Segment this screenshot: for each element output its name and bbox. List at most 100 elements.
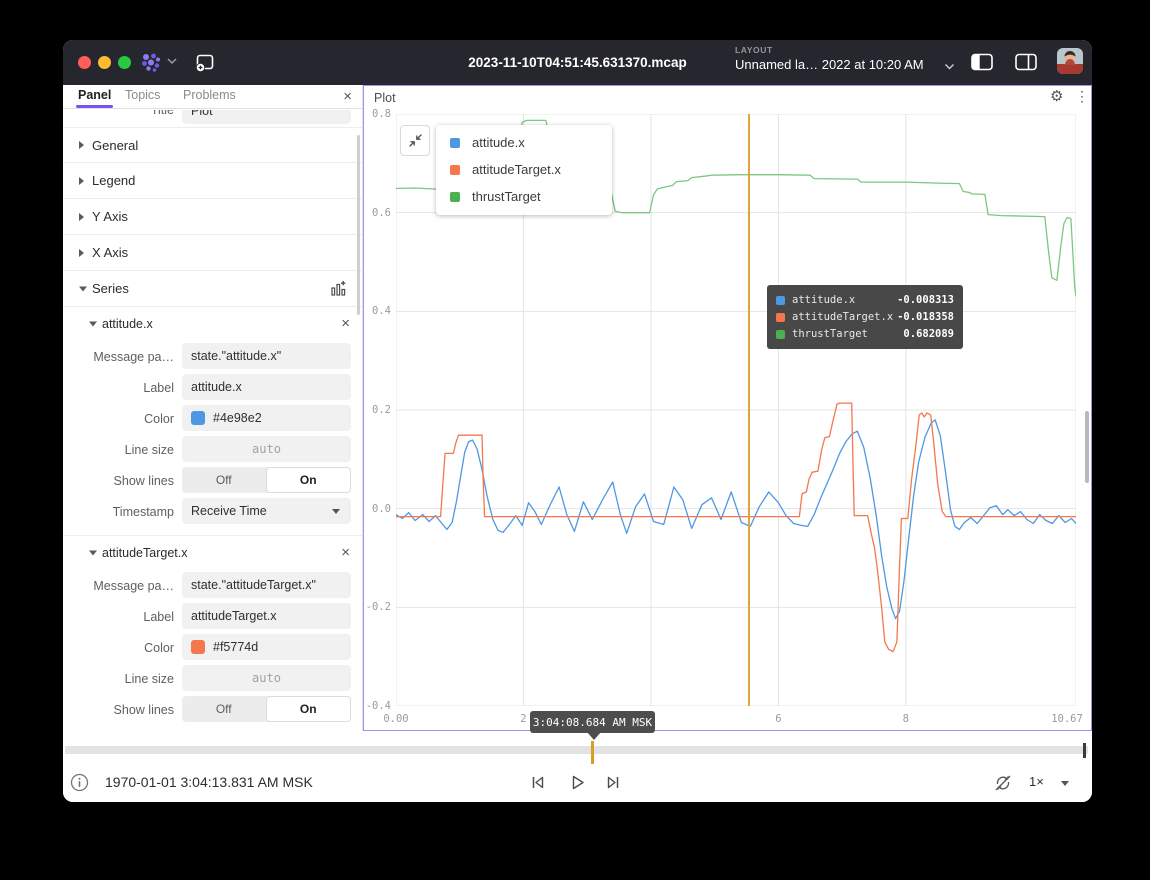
tooltip-swatch xyxy=(776,330,785,339)
plot-panel-scrollbar[interactable] xyxy=(1085,411,1089,483)
seek-forward-button[interactable] xyxy=(604,773,623,792)
add-panel-icon[interactable] xyxy=(193,51,217,75)
caret-down-icon xyxy=(89,322,97,327)
data-source-info-icon[interactable] xyxy=(70,773,89,792)
tooltip-swatch xyxy=(776,296,785,305)
y-tick-label: 0.0 xyxy=(364,503,391,515)
playback-speed[interactable]: 1× xyxy=(1029,774,1044,789)
series-line-attitude.x xyxy=(396,420,1076,619)
tab-topics[interactable]: Topics xyxy=(125,85,160,109)
line-size-input[interactable]: auto xyxy=(182,665,351,691)
sidebar-scrollbar[interactable] xyxy=(357,135,360,315)
legend-swatch xyxy=(450,138,460,148)
foxglove-logo-icon[interactable] xyxy=(139,51,163,75)
tooltip-swatch xyxy=(776,313,785,322)
tooltip-row: thrustTarget0.682089 xyxy=(776,326,954,342)
series-header-attitude-x[interactable]: attitude.x × xyxy=(63,307,362,341)
tooltip-series-name: thrustTarget xyxy=(792,328,903,340)
remove-series-icon[interactable]: × xyxy=(341,544,350,562)
legend-label: attitudeTarget.x xyxy=(472,162,561,177)
title-row-label: Title xyxy=(151,110,174,124)
section-x-axis[interactable]: X Axis xyxy=(63,235,362,271)
show-lines-on-button[interactable]: On xyxy=(267,468,351,492)
panel-menu-kebab-icon[interactable]: ⋮ xyxy=(1075,88,1089,105)
caret-down-icon xyxy=(79,286,87,291)
label-input[interactable]: attitude.x xyxy=(182,374,351,400)
series-block-attitude-x: attitude.x × Message pa… state."attitude… xyxy=(63,307,362,527)
series-header-attitude-target-x[interactable]: attitudeTarget.x × xyxy=(63,536,362,570)
y-tick-label: 0.6 xyxy=(364,207,391,219)
add-series-icon[interactable] xyxy=(330,280,348,298)
timestamp-select[interactable]: Receive Time xyxy=(182,498,351,524)
window-close-button[interactable] xyxy=(78,56,91,69)
legend-item-attitude.x[interactable]: attitude.x xyxy=(436,129,612,156)
current-timestamp: 1970-01-01 3:04:13.831 AM MSK xyxy=(105,774,313,790)
x-tick-label: 6 xyxy=(758,713,798,725)
seek-backward-button[interactable] xyxy=(528,773,547,792)
speed-caret-icon[interactable] xyxy=(1061,781,1069,786)
play-button[interactable] xyxy=(568,773,587,792)
legend-swatch xyxy=(450,192,460,202)
loop-off-icon[interactable] xyxy=(993,773,1013,793)
tab-problems[interactable]: Problems xyxy=(183,85,236,109)
y-tick-label: 0.4 xyxy=(364,305,391,317)
clipped-title-row: Title Plot xyxy=(63,110,362,124)
series-line-attitudeTarget.x xyxy=(396,403,1076,652)
color-swatch[interactable] xyxy=(191,640,205,654)
tooltip-series-name: attitudeTarget.x xyxy=(792,311,897,323)
window-zoom-button[interactable] xyxy=(118,56,131,69)
legend-label: thrustTarget xyxy=(472,189,541,204)
color-input[interactable]: #f5774d xyxy=(182,634,351,660)
legend-popup: attitude.x attitudeTarget.x thrustTarget xyxy=(436,125,612,215)
panel-title-input[interactable]: Plot xyxy=(182,110,351,124)
show-lines-on-button[interactable]: On xyxy=(267,697,351,721)
tab-panel[interactable]: Panel xyxy=(78,85,111,109)
y-tick-label: -0.2 xyxy=(364,601,391,613)
tooltip-row: attitudeTarget.x-0.018358 xyxy=(776,309,954,325)
select-caret-icon xyxy=(332,509,340,514)
caret-right-icon xyxy=(79,141,84,149)
show-lines-off-button[interactable]: Off xyxy=(182,467,266,493)
timeline-scrubber[interactable] xyxy=(65,746,1088,754)
show-lines-toggle: Off On xyxy=(182,696,351,722)
settings-sidebar: Panel Topics Problems × Title Plot Gener… xyxy=(63,85,363,731)
sidebar-close-icon[interactable]: × xyxy=(343,88,352,106)
scrubber-tooltip-caret xyxy=(587,732,601,740)
left-sidebar-toggle-icon[interactable] xyxy=(971,53,993,71)
plot-panel[interactable]: Plot ⚙ ⋮ 0.80.60.40.20.0-0.2-0.4 0.00246… xyxy=(363,85,1092,731)
tooltip-series-name: attitude.x xyxy=(792,294,897,306)
line-size-input[interactable]: auto xyxy=(182,436,351,462)
panel-settings-gear-icon[interactable]: ⚙ xyxy=(1050,87,1063,105)
tooltip-row: attitude.x-0.008313 xyxy=(776,292,954,308)
layout-chevron-down-icon xyxy=(944,62,955,71)
plot-hover-tooltip: attitude.x-0.008313attitudeTarget.x-0.01… xyxy=(767,285,963,349)
section-y-axis[interactable]: Y Axis xyxy=(63,199,362,235)
legend-swatch xyxy=(450,165,460,175)
window-minimize-button[interactable] xyxy=(98,56,111,69)
section-series[interactable]: Series xyxy=(63,271,362,307)
logo-chevron-down-icon[interactable] xyxy=(167,57,177,65)
plot-panel-header: Plot ⚙ ⋮ xyxy=(364,86,1091,111)
current-time-line xyxy=(748,114,750,706)
right-sidebar-toggle-icon[interactable] xyxy=(1015,53,1037,71)
timeline-playhead[interactable] xyxy=(591,741,594,764)
section-legend[interactable]: Legend xyxy=(63,163,362,199)
remove-series-icon[interactable]: × xyxy=(341,315,350,333)
layout-name: Unnamed la… 2022 at 10:20 AM xyxy=(735,57,955,72)
message-path-input[interactable]: state."attitudeTarget.x" xyxy=(182,572,351,598)
layout-menu[interactable]: LAYOUT Unnamed la… 2022 at 10:20 AM xyxy=(735,45,955,81)
titlebar: 2023-11-10T04:51:45.631370.mcap LAYOUT U… xyxy=(63,40,1092,85)
legend-collapse-button[interactable] xyxy=(400,125,430,156)
label-input[interactable]: attitudeTarget.x xyxy=(182,603,351,629)
playback-bar: 1970-01-01 3:04:13.831 AM MSK 1× xyxy=(63,731,1092,802)
show-lines-off-button[interactable]: Off xyxy=(182,696,266,722)
message-path-input[interactable]: state."attitude.x" xyxy=(182,343,351,369)
tooltip-series-value: -0.008313 xyxy=(897,294,954,306)
legend-item-thrustTarget[interactable]: thrustTarget xyxy=(436,183,612,210)
section-general[interactable]: General xyxy=(63,127,362,163)
color-swatch[interactable] xyxy=(191,411,205,425)
legend-item-attitudeTarget.x[interactable]: attitudeTarget.x xyxy=(436,156,612,183)
y-tick-label: 0.2 xyxy=(364,404,391,416)
user-avatar[interactable] xyxy=(1057,48,1083,74)
color-input[interactable]: #4e98e2 xyxy=(182,405,351,431)
